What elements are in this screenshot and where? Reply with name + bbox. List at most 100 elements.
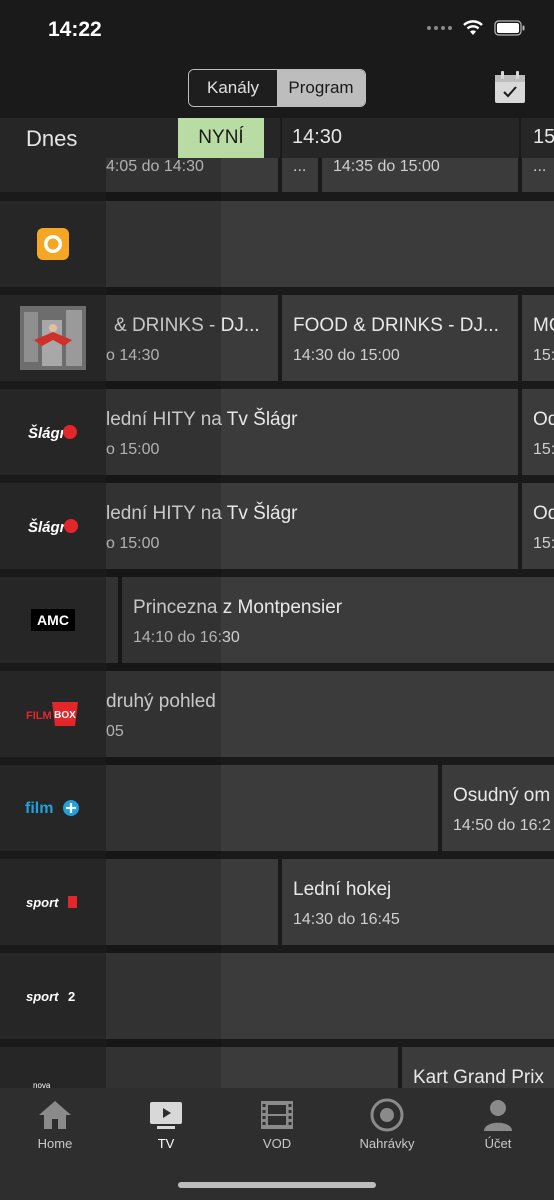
battery-icon bbox=[494, 20, 525, 36]
channel-row: film Osudný om 14:50 do 16:2 bbox=[0, 765, 554, 851]
program-cell[interactable]: FOOD & DRINKS - DJ... 14:30 do 15:00 bbox=[282, 295, 518, 381]
program-title: Osudný om bbox=[453, 785, 551, 806]
sport2-logo-icon: sport 2 bbox=[26, 989, 75, 1004]
tab-label: Nahrávky bbox=[359, 1136, 415, 1151]
svg-text:sport: sport bbox=[26, 989, 59, 1004]
program-cell[interactable]: lední HITY na Tv Šlágr o 15:00 bbox=[106, 389, 518, 475]
now-marker[interactable]: NYNÍ bbox=[178, 118, 264, 166]
svg-text:BOX: BOX bbox=[54, 710, 76, 721]
tab-tv[interactable]: TV bbox=[111, 1098, 221, 1158]
svg-text:nova: nova bbox=[33, 1081, 51, 1088]
channel-row: 4:05 do 14:30 ... 14:35 do 15:00 ... bbox=[0, 158, 554, 192]
program-time: ... bbox=[533, 158, 547, 175]
program-cell[interactable] bbox=[106, 765, 438, 851]
channel-logo-cell[interactable]: AMC bbox=[0, 577, 106, 663]
program-cell[interactable] bbox=[106, 859, 278, 945]
tab-vod[interactable]: VOD bbox=[222, 1098, 332, 1158]
channel-row: Šlágr lední HITY na Tv Šlágr o 15:00 Od … bbox=[0, 389, 554, 475]
program-cell[interactable]: Od 15: bbox=[522, 389, 554, 475]
status-icons bbox=[427, 20, 526, 36]
channel-logo-cell[interactable] bbox=[0, 201, 106, 287]
svg-text:2: 2 bbox=[68, 989, 75, 1004]
channel-logo-cell[interactable]: sport bbox=[0, 859, 106, 945]
program-cell[interactable]: Lední hokej 14:30 do 16:45 bbox=[282, 859, 554, 945]
segment-program[interactable]: Program bbox=[277, 70, 365, 106]
tab-account[interactable]: Účet bbox=[443, 1098, 553, 1158]
program-title: lední HITY na Tv Šlágr bbox=[106, 409, 298, 430]
program-title: lední HITY na Tv Šlágr bbox=[106, 503, 298, 524]
program-title: Kart Grand Prix bbox=[413, 1067, 544, 1088]
day-label[interactable]: Dnes bbox=[26, 126, 77, 152]
film-plus-logo-icon: film bbox=[25, 800, 79, 817]
program-cell[interactable]: 4:05 do 14:30 bbox=[106, 158, 278, 192]
program-cell[interactable] bbox=[106, 577, 118, 663]
program-title: Od bbox=[533, 503, 554, 524]
svg-text:Šlágr: Šlágr bbox=[28, 518, 67, 536]
channel-logo-cell[interactable] bbox=[0, 295, 106, 381]
program-cell[interactable]: MO 15: bbox=[522, 295, 554, 381]
channel-row: Šlágr lední HITY na Tv Šlágr o 15:00 Od … bbox=[0, 483, 554, 569]
amc-logo-icon: AMC bbox=[31, 609, 75, 631]
program-title: Lední hokej bbox=[293, 879, 392, 900]
wifi-icon bbox=[463, 20, 483, 35]
program-cell[interactable]: lední HITY na Tv Šlágr o 15:00 bbox=[106, 483, 518, 569]
program-time: o 15:00 bbox=[106, 535, 160, 552]
tab-recordings[interactable]: Nahrávky bbox=[332, 1098, 442, 1158]
filmbox-logo-icon: FILM BOX bbox=[26, 702, 78, 726]
program-time: 14:50 do 16:2 bbox=[453, 817, 551, 834]
user-icon bbox=[481, 1098, 515, 1132]
tab-label: Účet bbox=[484, 1136, 512, 1151]
program-time: 15: bbox=[533, 347, 554, 364]
calendar-button[interactable] bbox=[494, 70, 526, 104]
orange-circle-logo-icon bbox=[37, 228, 69, 260]
channel-logo-cell[interactable]: Šlágr bbox=[0, 389, 106, 475]
program-cell[interactable] bbox=[106, 1047, 398, 1088]
channel-logo-cell[interactable]: nova sport bbox=[0, 1047, 106, 1088]
channel-logo-cell[interactable]: sport 2 bbox=[0, 953, 106, 1039]
program-cell[interactable]: Kart Grand Prix bbox=[402, 1047, 554, 1088]
channel-row: nova sport Kart Grand Prix bbox=[0, 1047, 554, 1088]
segment-channels[interactable]: Kanály bbox=[189, 70, 277, 106]
view-switcher: Kanály Program bbox=[188, 69, 366, 107]
home-indicator bbox=[178, 1182, 376, 1188]
nova-sport-logo-icon: nova sport bbox=[33, 1081, 51, 1088]
program-title: druhý pohled bbox=[106, 691, 216, 712]
record-icon bbox=[370, 1098, 404, 1132]
svg-text:Šlágr: Šlágr bbox=[28, 424, 67, 442]
tv-icon bbox=[149, 1098, 183, 1132]
program-cell[interactable]: ... bbox=[522, 158, 554, 192]
program-time: 14:30 do 15:00 bbox=[293, 347, 400, 364]
epg-grid: 4:05 do 14:30 ... 14:35 do 15:00 ... & D… bbox=[0, 158, 554, 1088]
svg-text:film: film bbox=[25, 800, 53, 817]
tab-home[interactable]: Home bbox=[0, 1098, 110, 1158]
program-time: 15: bbox=[533, 535, 554, 552]
program-time: 05 bbox=[106, 723, 124, 740]
program-cell[interactable] bbox=[106, 201, 554, 287]
channel-row: FILM BOX druhý pohled 05 bbox=[0, 671, 554, 757]
program-cell[interactable] bbox=[106, 953, 554, 1039]
channel-logo-cell[interactable]: film bbox=[0, 765, 106, 851]
svg-text:AMC: AMC bbox=[37, 612, 69, 628]
program-cell[interactable]: Princezna z Montpensier 14:10 do 16:30 bbox=[122, 577, 554, 663]
program-cell[interactable]: & DRINKS - DJ... o 14:30 bbox=[106, 295, 278, 381]
sport1-logo-icon: sport bbox=[26, 895, 77, 910]
tick-divider bbox=[280, 118, 282, 158]
channel-logo-cell[interactable]: Šlágr bbox=[0, 483, 106, 569]
program-time: ... bbox=[293, 158, 307, 175]
channel-row: & DRINKS - DJ... o 14:30 FOOD & DRINKS -… bbox=[0, 295, 554, 381]
program-cell[interactable]: Od 15: bbox=[522, 483, 554, 569]
svg-text:FILM: FILM bbox=[26, 710, 52, 722]
status-bar: 14:22 bbox=[0, 0, 554, 60]
program-time: 4:05 do 14:30 bbox=[106, 158, 204, 175]
program-cell[interactable]: 14:35 do 15:00 bbox=[322, 158, 518, 192]
channel-logo-cell[interactable]: FILM BOX bbox=[0, 671, 106, 757]
program-time: o 15:00 bbox=[106, 441, 160, 458]
program-time: 14:30 do 16:45 bbox=[293, 911, 400, 928]
program-time: o 14:30 bbox=[106, 347, 160, 364]
program-title: & DRINKS - DJ... bbox=[114, 315, 260, 336]
tab-label: TV bbox=[157, 1136, 175, 1151]
program-cell[interactable]: druhý pohled 05 bbox=[106, 671, 554, 757]
program-cell[interactable]: ... bbox=[282, 158, 318, 192]
channel-logo-cell bbox=[0, 158, 106, 192]
program-cell[interactable]: Osudný om 14:50 do 16:2 bbox=[442, 765, 554, 851]
